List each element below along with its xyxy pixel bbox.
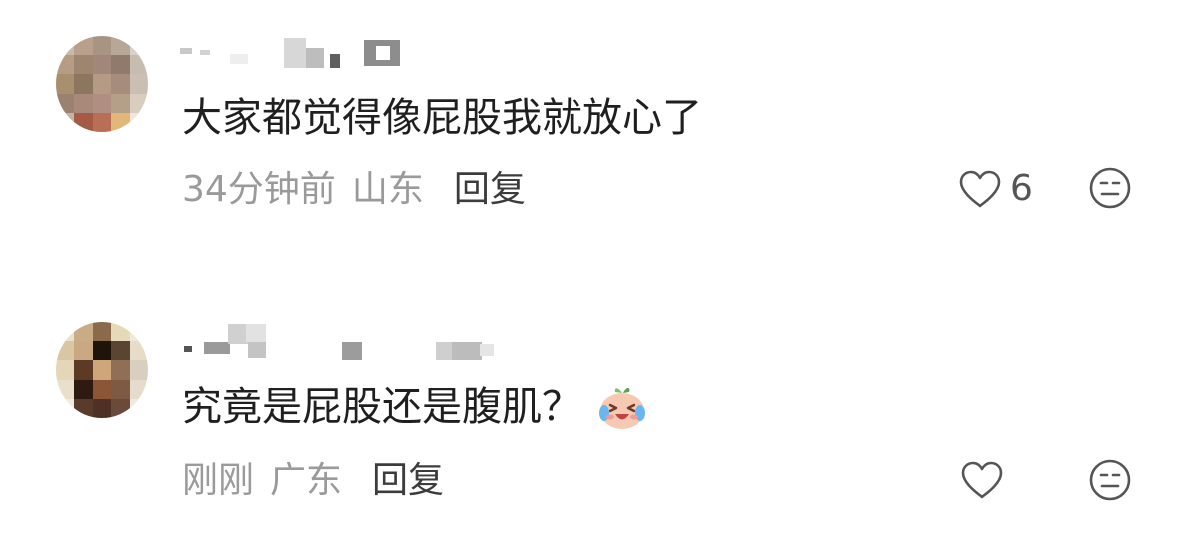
neutral-face-icon	[1088, 458, 1132, 502]
dislike-button[interactable]	[1088, 458, 1132, 502]
crying-laugh-emoji-icon	[596, 383, 648, 431]
reply-button[interactable]: 回复	[372, 459, 444, 503]
comment-meta: 刚刚 广东 回复	[182, 459, 444, 503]
comment-time: 刚刚	[182, 460, 255, 501]
like-button[interactable]	[960, 460, 1004, 500]
heart-icon	[960, 460, 1004, 500]
comment-text: 究竟是屁股还是腹肌？	[182, 382, 648, 432]
username[interactable]	[180, 324, 520, 360]
avatar[interactable]	[56, 322, 148, 418]
comment-item: 究竟是屁股还是腹肌？ 刚刚 广东 回复	[0, 0, 1200, 501]
comment-location: 广东	[270, 460, 343, 501]
comment-text-content: 究竟是屁股还是腹肌？	[182, 384, 582, 430]
